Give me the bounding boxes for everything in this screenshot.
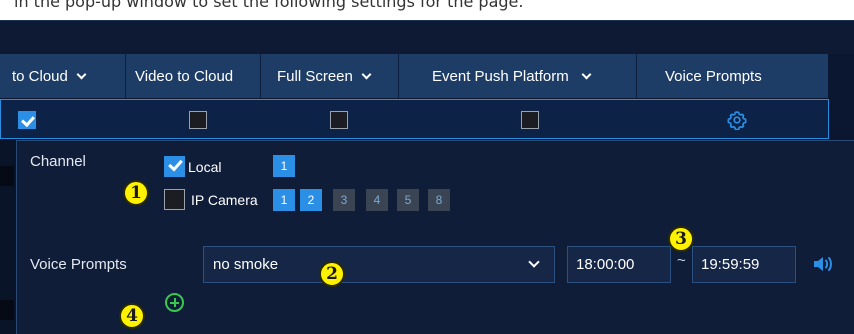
start-time-value: 18:00:00 [576, 256, 635, 273]
column-upload-to-cloud[interactable]: to Cloud [0, 54, 126, 98]
chevron-down-icon [361, 69, 372, 79]
callout-badge-2: 2 [319, 261, 345, 287]
column-full-screen-label: Full Screen [277, 67, 353, 85]
speaker-icon[interactable] [812, 254, 834, 274]
column-upload-to-cloud-label: to Cloud [12, 67, 68, 85]
column-voice-prompts: Voice Prompts [637, 54, 828, 98]
chevron-down-icon [528, 256, 540, 268]
ip-channel-button[interactable]: 2 [300, 189, 322, 211]
channel-label: Channel [30, 153, 86, 170]
column-video-to-cloud: Video to Cloud [126, 54, 261, 98]
chevron-down-icon [581, 69, 592, 79]
ip-camera-checkbox[interactable] [164, 189, 185, 210]
chevron-down-icon [76, 69, 87, 79]
ip-channel-button[interactable]: 4 [366, 189, 388, 211]
end-time-value: 19:59:59 [701, 256, 760, 273]
event-push-platform-checkbox[interactable] [521, 111, 539, 129]
voice-prompt-select[interactable]: no smoke [203, 246, 555, 283]
video-to-cloud-checkbox[interactable] [189, 111, 207, 129]
column-event-push-platform-label: Event Push Platform [432, 67, 569, 85]
column-video-to-cloud-label: Video to Cloud [135, 67, 234, 85]
add-voice-prompt-icon[interactable] [165, 293, 184, 312]
table-row-selected[interactable] [0, 99, 829, 139]
callout-badge-3: 3 [668, 226, 694, 252]
gear-icon[interactable] [727, 110, 747, 130]
left-edge [0, 140, 16, 334]
local-checkbox[interactable] [164, 156, 185, 177]
ip-camera-label: IP Camera [191, 192, 258, 208]
settings-popup-panel [16, 140, 854, 334]
top-band [0, 20, 854, 54]
start-time-field[interactable]: 18:00:00 [567, 246, 671, 283]
time-separator: ~ [677, 252, 686, 269]
callout-badge-4: 4 [119, 303, 145, 329]
end-time-field[interactable]: 19:59:59 [692, 246, 796, 283]
column-voice-prompts-label: Voice Prompts [665, 67, 762, 85]
upload-to-cloud-checkbox[interactable] [18, 111, 36, 129]
full-screen-checkbox[interactable] [330, 111, 348, 129]
column-full-screen[interactable]: Full Screen [261, 54, 399, 98]
document-caption: in the pop-up window to set the followin… [14, 0, 524, 11]
voice-prompts-label: Voice Prompts [30, 256, 127, 273]
ip-channel-button[interactable]: 5 [397, 189, 419, 211]
ip-channel-button[interactable]: 3 [333, 189, 355, 211]
column-event-push-platform[interactable]: Event Push Platform [399, 54, 637, 98]
voice-prompt-value: no smoke [213, 256, 279, 273]
callout-badge-1: 1 [123, 180, 149, 206]
ip-channel-button[interactable]: 1 [273, 189, 295, 211]
edge-block [0, 166, 14, 186]
local-label: Local [188, 159, 222, 175]
document-caption-strip: in the pop-up window to set the followin… [0, 0, 854, 20]
ip-channel-button[interactable]: 8 [428, 189, 450, 211]
local-channel-button[interactable]: 1 [273, 155, 295, 177]
edge-block [0, 300, 14, 320]
table-header: to Cloud Video to Cloud Full Screen Even… [0, 54, 828, 98]
